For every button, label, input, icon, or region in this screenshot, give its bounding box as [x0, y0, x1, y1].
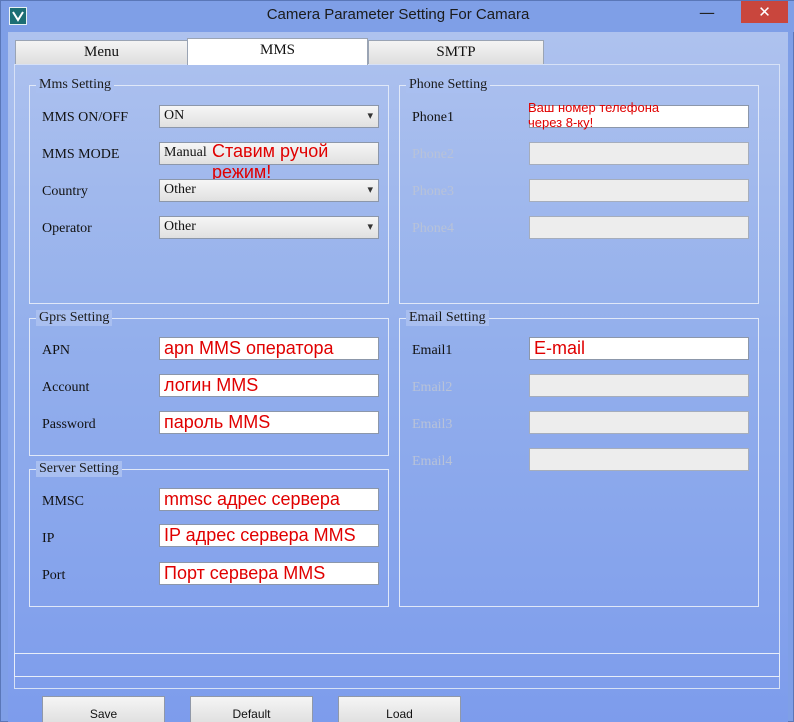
apn-label: APN — [42, 343, 71, 358]
country-value: Other — [164, 182, 196, 197]
email3-label: Email3 — [412, 417, 453, 432]
port-input[interactable]: Порт сервера MMS — [159, 562, 379, 585]
phone3-input[interactable] — [529, 179, 749, 202]
phone1-label: Phone1 — [412, 110, 454, 125]
country-select[interactable]: Other ▾ — [159, 179, 379, 202]
email1-label: Email1 — [412, 343, 453, 358]
chevron-down-icon: ▾ — [367, 220, 373, 233]
phone2-input[interactable] — [529, 142, 749, 165]
phone4-label: Phone4 — [412, 221, 454, 236]
title-bar[interactable]: Camera Parameter Setting For Camara — ✕ — [1, 1, 794, 32]
server-setting-title: Server Setting — [36, 461, 122, 477]
email1-input[interactable]: E-mail — [529, 337, 749, 360]
mms-mode-annotation: Ставим ручой режим! — [212, 141, 329, 182]
apn-input[interactable]: apn MMS оператора — [159, 337, 379, 360]
phone-setting-title: Phone Setting — [406, 77, 491, 93]
email-setting-title: Email Setting — [406, 310, 489, 326]
email3-input[interactable] — [529, 411, 749, 434]
save-button[interactable]: Save — [42, 696, 165, 722]
email4-input[interactable] — [529, 448, 749, 471]
mmsc-value: mmsc адрес сервера — [164, 489, 340, 509]
tab-smtp[interactable]: SMTP — [368, 40, 544, 64]
gprs-setting-title: Gprs Setting — [36, 310, 113, 326]
gprs-setting-group: Gprs Setting APN apn MMS оператора Accou… — [29, 310, 389, 456]
account-value: логин MMS — [164, 375, 259, 395]
phone1-annotation-line2: через 8-ку! — [528, 115, 594, 130]
status-bar — [14, 653, 780, 677]
mms-setting-group: Mms Setting MMS ON/OFF ON ▾ MMS MODE Man… — [29, 77, 389, 304]
email2-label: Email2 — [412, 380, 453, 395]
mms-mode-value: Manual — [164, 145, 207, 160]
email-setting-group: Email Setting Email1 E-mail Email2 Email… — [399, 310, 759, 607]
password-input[interactable]: пароль MMS — [159, 411, 379, 434]
email4-label: Email4 — [412, 454, 453, 469]
mms-setting-title: Mms Setting — [36, 77, 114, 93]
phone3-label: Phone3 — [412, 184, 454, 199]
app-window: Camera Parameter Setting For Camara — ✕ … — [0, 0, 794, 722]
ip-value: IP адрес сервера MMS — [164, 525, 356, 545]
port-value: Порт сервера MMS — [164, 563, 326, 583]
mmsc-label: MMSC — [42, 494, 85, 509]
phone1-annotation-line1: Ваш номер телефона — [528, 100, 660, 115]
default-button[interactable]: Default — [190, 696, 313, 722]
account-input[interactable]: логин MMS — [159, 374, 379, 397]
ip-input[interactable]: IP адрес сервера MMS — [159, 524, 379, 547]
mms-onoff-value: ON — [164, 108, 185, 123]
window-title: Camera Parameter Setting For Camara — [266, 6, 530, 23]
operator-value: Other — [164, 219, 196, 234]
mms-tab-panel: Mms Setting MMS ON/OFF ON ▾ MMS MODE Man… — [14, 64, 780, 689]
mms-onoff-label: MMS ON/OFF — [42, 110, 128, 125]
minimize-icon[interactable]: — — [691, 1, 723, 23]
port-label: Port — [42, 568, 66, 583]
email2-input[interactable] — [529, 374, 749, 397]
load-button[interactable]: Load — [338, 696, 461, 722]
client-area: Menu MMS SMTP Mms Setting MMS ON/OFF ON … — [8, 32, 788, 722]
operator-select[interactable]: Other ▾ — [159, 216, 379, 239]
server-setting-group: Server Setting MMSC mmsc адрес сервера I… — [29, 461, 389, 607]
tab-mms[interactable]: MMS — [187, 38, 368, 65]
account-label: Account — [42, 380, 90, 395]
email1-value: E-mail — [534, 338, 586, 358]
ip-label: IP — [42, 531, 55, 546]
chevron-down-icon: ▾ — [367, 183, 373, 196]
mms-onoff-select[interactable]: ON ▾ — [159, 105, 379, 128]
password-label: Password — [42, 417, 96, 432]
password-value: пароль MMS — [164, 412, 271, 432]
mms-mode-label: MMS MODE — [42, 147, 120, 162]
mmsc-input[interactable]: mmsc адрес сервера — [159, 488, 379, 511]
phone1-annotation: Ваш номер телефона через 8-ку! — [528, 100, 659, 130]
phone4-input[interactable] — [529, 216, 749, 239]
close-icon[interactable]: ✕ — [741, 1, 788, 23]
phone2-label: Phone2 — [412, 147, 454, 162]
chevron-down-icon: ▾ — [367, 109, 373, 122]
phone-setting-group: Phone Setting Phone1 Ваш номер телефона … — [399, 77, 759, 304]
apn-value: apn MMS оператора — [164, 338, 334, 358]
country-label: Country — [42, 184, 88, 199]
tab-menu[interactable]: Menu — [15, 40, 188, 64]
operator-label: Operator — [42, 221, 92, 236]
